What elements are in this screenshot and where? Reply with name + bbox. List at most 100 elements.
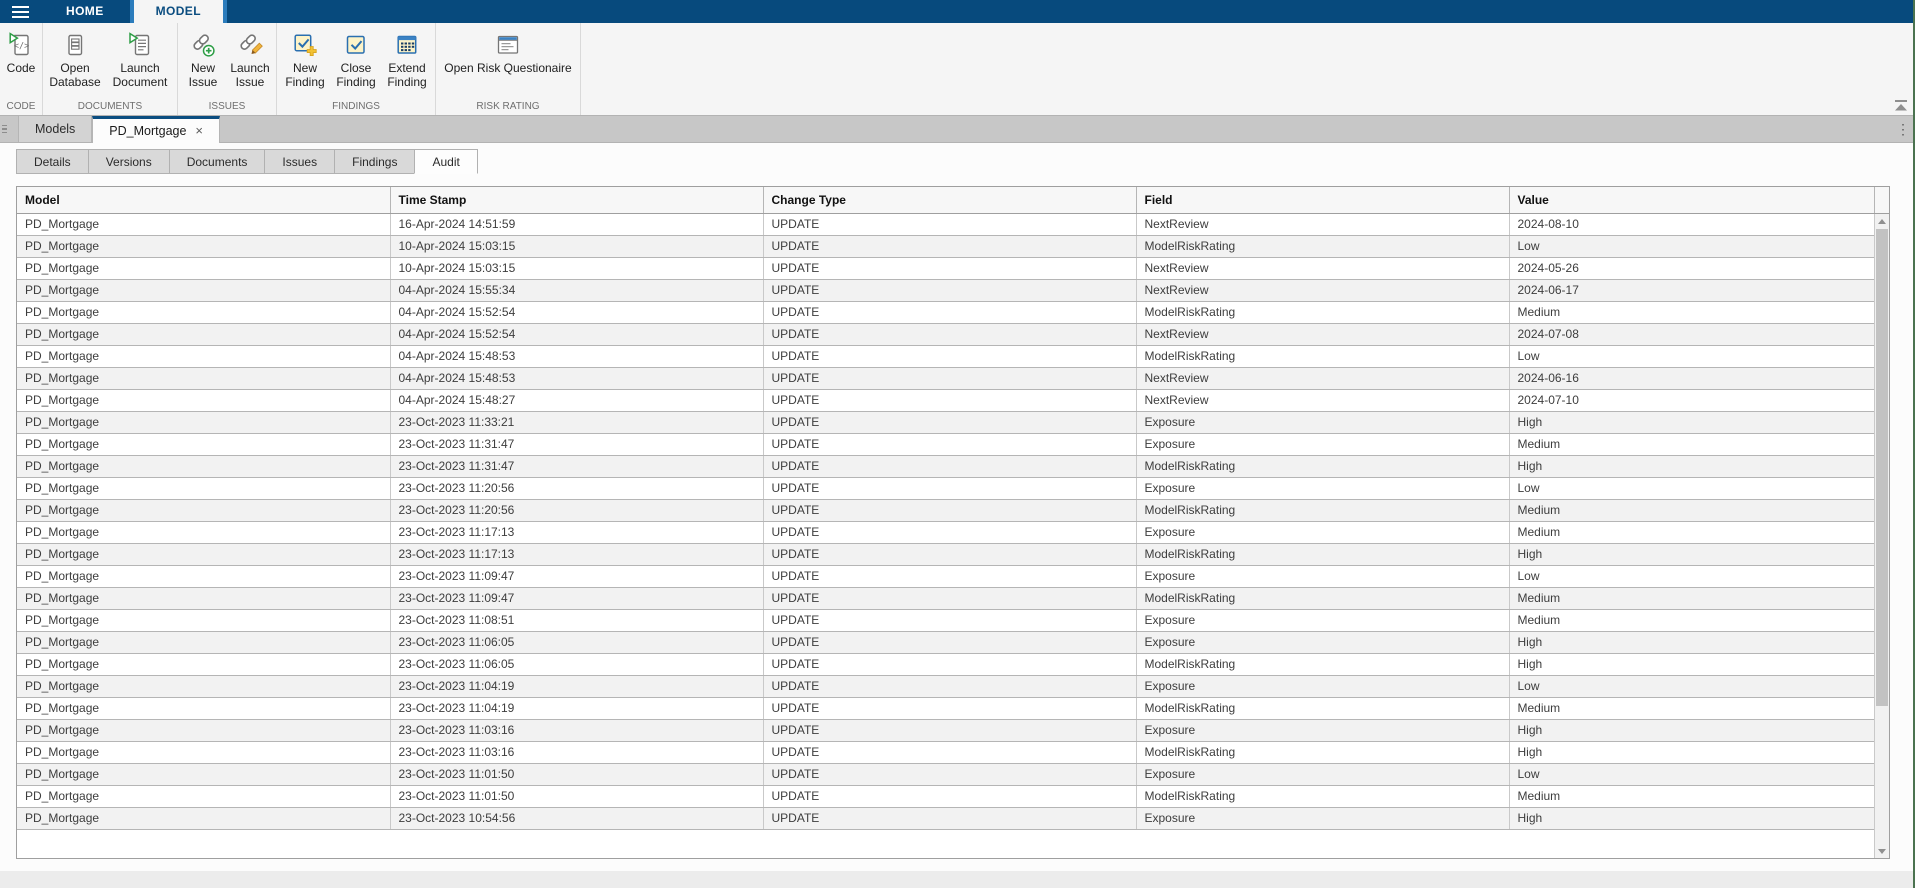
table-cell[interactable]: 04-Apr-2024 15:48:27 <box>390 389 763 411</box>
table-cell[interactable]: PD_Mortgage <box>17 587 390 609</box>
launch-document-button[interactable]: Launch Document <box>105 23 175 89</box>
table-cell[interactable]: 23-Oct-2023 11:06:05 <box>390 653 763 675</box>
table-cell[interactable]: High <box>1509 455 1874 477</box>
table-cell[interactable]: PD_Mortgage <box>17 609 390 631</box>
table-row[interactable]: PD_Mortgage23-Oct-2023 11:20:56UPDATEExp… <box>17 477 1889 499</box>
table-cell[interactable]: ModelRiskRating <box>1136 587 1509 609</box>
collapse-ribbon-button[interactable] <box>1894 100 1908 111</box>
table-cell[interactable]: ModelRiskRating <box>1136 301 1509 323</box>
table-row[interactable]: PD_Mortgage23-Oct-2023 11:20:56UPDATEMod… <box>17 499 1889 521</box>
table-cell[interactable]: Exposure <box>1136 631 1509 653</box>
table-cell[interactable]: NextReview <box>1136 389 1509 411</box>
table-cell[interactable]: 23-Oct-2023 11:20:56 <box>390 477 763 499</box>
table-cell[interactable]: PD_Mortgage <box>17 499 390 521</box>
column-header-change-type[interactable]: Change Type <box>763 187 1136 213</box>
table-cell[interactable]: Exposure <box>1136 477 1509 499</box>
table-cell[interactable]: Medium <box>1509 697 1874 719</box>
table-cell[interactable]: 23-Oct-2023 11:33:21 <box>390 411 763 433</box>
table-cell[interactable]: PD_Mortgage <box>17 389 390 411</box>
table-cell[interactable]: UPDATE <box>763 301 1136 323</box>
table-cell[interactable]: Exposure <box>1136 609 1509 631</box>
table-cell[interactable]: PD_Mortgage <box>17 807 390 829</box>
new-finding-button[interactable]: New Finding <box>279 23 331 89</box>
table-cell[interactable]: UPDATE <box>763 499 1136 521</box>
tab-details[interactable]: Details <box>16 149 88 174</box>
table-cell[interactable]: 10-Apr-2024 15:03:15 <box>390 235 763 257</box>
table-cell[interactable]: UPDATE <box>763 477 1136 499</box>
table-row[interactable]: PD_Mortgage23-Oct-2023 11:01:50UPDATEExp… <box>17 763 1889 785</box>
table-cell[interactable]: 23-Oct-2023 11:08:51 <box>390 609 763 631</box>
close-tab-icon[interactable]: × <box>195 123 203 138</box>
table-cell[interactable]: UPDATE <box>763 807 1136 829</box>
table-cell[interactable]: PD_Mortgage <box>17 257 390 279</box>
table-cell[interactable]: 10-Apr-2024 15:03:15 <box>390 257 763 279</box>
table-cell[interactable]: 2024-07-08 <box>1509 323 1874 345</box>
open-risk-questionaire-button[interactable]: Open Risk Questionaire <box>438 23 578 75</box>
table-cell[interactable]: PD_Mortgage <box>17 653 390 675</box>
table-cell[interactable]: Low <box>1509 763 1874 785</box>
table-row[interactable]: PD_Mortgage23-Oct-2023 11:31:47UPDATEExp… <box>17 433 1889 455</box>
open-database-button[interactable]: Open Database <box>45 23 105 89</box>
table-cell[interactable]: UPDATE <box>763 543 1136 565</box>
table-cell[interactable]: High <box>1509 741 1874 763</box>
table-cell[interactable]: PD_Mortgage <box>17 433 390 455</box>
table-cell[interactable]: UPDATE <box>763 675 1136 697</box>
table-cell[interactable]: ModelRiskRating <box>1136 785 1509 807</box>
tab-audit[interactable]: Audit <box>414 149 477 174</box>
table-cell[interactable]: 23-Oct-2023 11:31:47 <box>390 455 763 477</box>
table-cell[interactable]: PD_Mortgage <box>17 565 390 587</box>
table-cell[interactable]: UPDATE <box>763 367 1136 389</box>
table-cell[interactable]: PD_Mortgage <box>17 521 390 543</box>
table-cell[interactable]: 23-Oct-2023 10:54:56 <box>390 807 763 829</box>
table-cell[interactable]: UPDATE <box>763 763 1136 785</box>
table-cell[interactable]: PD_Mortgage <box>17 785 390 807</box>
table-cell[interactable]: 23-Oct-2023 11:20:56 <box>390 499 763 521</box>
table-row[interactable]: PD_Mortgage23-Oct-2023 11:17:13UPDATEExp… <box>17 521 1889 543</box>
table-cell[interactable]: UPDATE <box>763 697 1136 719</box>
table-row[interactable]: PD_Mortgage04-Apr-2024 15:48:27UPDATENex… <box>17 389 1889 411</box>
table-cell[interactable]: UPDATE <box>763 719 1136 741</box>
table-cell[interactable]: UPDATE <box>763 741 1136 763</box>
table-cell[interactable]: 23-Oct-2023 11:04:19 <box>390 697 763 719</box>
table-cell[interactable]: PD_Mortgage <box>17 301 390 323</box>
extend-finding-button[interactable]: Extend Finding <box>381 23 433 89</box>
table-cell[interactable]: 2024-05-26 <box>1509 257 1874 279</box>
column-header-field[interactable]: Field <box>1136 187 1509 213</box>
table-cell[interactable]: High <box>1509 719 1874 741</box>
table-cell[interactable]: Low <box>1509 477 1874 499</box>
table-cell[interactable]: UPDATE <box>763 521 1136 543</box>
table-cell[interactable]: ModelRiskRating <box>1136 697 1509 719</box>
table-cell[interactable]: UPDATE <box>763 631 1136 653</box>
table-cell[interactable]: UPDATE <box>763 411 1136 433</box>
table-cell[interactable]: UPDATE <box>763 257 1136 279</box>
table-cell[interactable]: 04-Apr-2024 15:52:54 <box>390 323 763 345</box>
table-cell[interactable]: UPDATE <box>763 785 1136 807</box>
table-cell[interactable]: ModelRiskRating <box>1136 741 1509 763</box>
table-cell[interactable]: Medium <box>1509 301 1874 323</box>
table-cell[interactable]: NextReview <box>1136 257 1509 279</box>
table-cell[interactable]: 23-Oct-2023 11:17:13 <box>390 521 763 543</box>
table-cell[interactable]: PD_Mortgage <box>17 697 390 719</box>
table-row[interactable]: PD_Mortgage04-Apr-2024 15:52:54UPDATENex… <box>17 323 1889 345</box>
scrollbar-thumb[interactable] <box>1876 229 1888 706</box>
table-cell[interactable]: Exposure <box>1136 565 1509 587</box>
table-row[interactable]: PD_Mortgage23-Oct-2023 10:54:56UPDATEExp… <box>17 807 1889 829</box>
ribbon-tab-home[interactable]: HOME <box>40 0 130 23</box>
table-cell[interactable]: 04-Apr-2024 15:52:54 <box>390 301 763 323</box>
table-row[interactable]: PD_Mortgage23-Oct-2023 11:01:50UPDATEMod… <box>17 785 1889 807</box>
vertical-scrollbar[interactable] <box>1874 214 1889 858</box>
launch-issue-button[interactable]: Launch Issue <box>226 23 274 89</box>
table-cell[interactable]: 2024-08-10 <box>1509 213 1874 235</box>
table-cell[interactable]: High <box>1509 807 1874 829</box>
column-header-model[interactable]: Model <box>17 187 390 213</box>
table-cell[interactable]: UPDATE <box>763 389 1136 411</box>
scroll-down-icon[interactable] <box>1875 844 1889 858</box>
table-row[interactable]: PD_Mortgage23-Oct-2023 11:06:05UPDATEMod… <box>17 653 1889 675</box>
table-cell[interactable]: Low <box>1509 675 1874 697</box>
table-cell[interactable]: PD_Mortgage <box>17 367 390 389</box>
table-cell[interactable]: Exposure <box>1136 719 1509 741</box>
table-cell[interactable]: 23-Oct-2023 11:03:16 <box>390 719 763 741</box>
table-row[interactable]: PD_Mortgage04-Apr-2024 15:55:34UPDATENex… <box>17 279 1889 301</box>
table-cell[interactable]: PD_Mortgage <box>17 631 390 653</box>
table-row[interactable]: PD_Mortgage23-Oct-2023 11:03:16UPDATEExp… <box>17 719 1889 741</box>
